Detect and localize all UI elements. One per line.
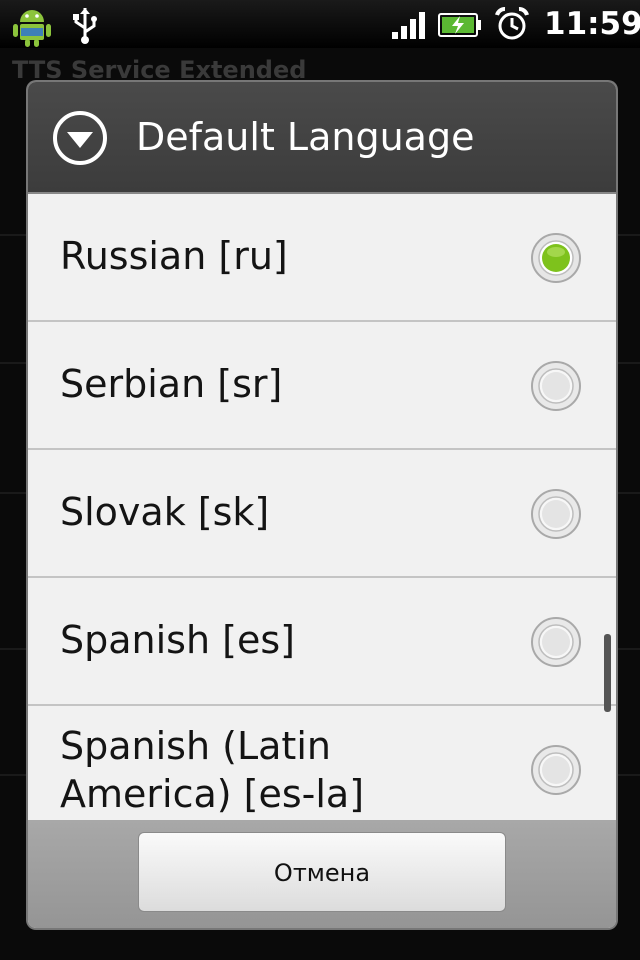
language-list[interactable]: Russian [ru] Serbian [sr] Slovak [sk] Sp… <box>28 194 616 820</box>
language-item[interactable]: Slovak [sk] <box>28 450 616 578</box>
screen: TTS Service Extended 11:59 Default Langu… <box>0 0 640 960</box>
battery-charging-icon <box>438 13 481 37</box>
radio-unselected-icon[interactable] <box>530 360 582 412</box>
alarm-clock-icon <box>495 7 529 40</box>
language-label: Spanish [es] <box>60 618 295 662</box>
language-label: Slovak [sk] <box>60 490 270 534</box>
language-dialog: Default Language Russian [ru] Serbian [s… <box>28 82 616 928</box>
dialog-header: Default Language <box>28 82 616 194</box>
language-item[interactable]: Spanish [es] <box>28 578 616 706</box>
language-item[interactable]: Spanish (Latin America) [es-la] <box>28 706 616 820</box>
clock: 11:59 <box>544 6 640 42</box>
scrollbar[interactable] <box>604 634 611 712</box>
language-item[interactable]: Russian [ru] <box>28 194 616 322</box>
radio-unselected-icon[interactable] <box>530 616 582 668</box>
dialog-title: Default Language <box>136 115 475 159</box>
cancel-button[interactable]: Отмена <box>138 832 506 912</box>
signal-icon <box>392 12 425 39</box>
dialog-footer: Отмена <box>28 820 616 928</box>
language-label: Russian [ru] <box>60 234 288 278</box>
radio-selected-icon[interactable] <box>530 232 582 284</box>
usb-icon <box>73 8 97 44</box>
android-debug-icon <box>13 10 51 47</box>
dropdown-circle-icon <box>53 111 107 165</box>
status-bar: 11:59 <box>0 0 640 48</box>
language-item[interactable]: Serbian [sr] <box>28 322 616 450</box>
radio-unselected-icon[interactable] <box>530 744 582 796</box>
radio-unselected-icon[interactable] <box>530 488 582 540</box>
language-label: Serbian [sr] <box>60 362 283 406</box>
language-label: Spanish (Latin America) [es-la] <box>60 724 365 816</box>
background-app-title: TTS Service Extended <box>12 56 307 84</box>
